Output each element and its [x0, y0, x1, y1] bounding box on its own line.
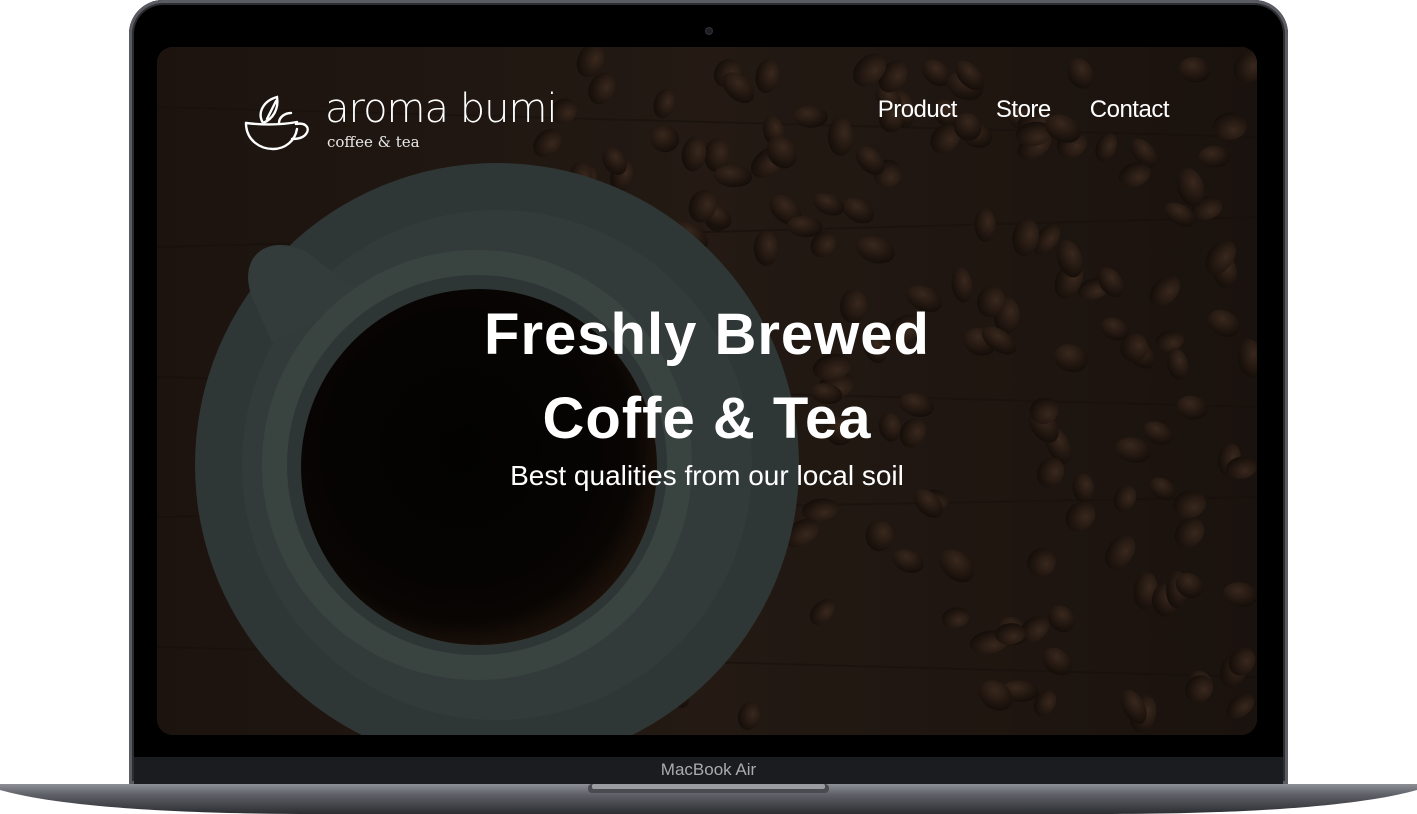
camera-icon	[706, 28, 712, 34]
main-nav: Product Store Contact	[878, 95, 1170, 125]
nav-link-contact[interactable]: Contact	[1090, 95, 1170, 125]
website-screen: aroma bumi coffee & tea Product Store Co…	[157, 47, 1257, 735]
laptop-base	[0, 784, 1417, 814]
hero-subtitle: Best qualities from our local soil	[510, 460, 904, 491]
nav-link-product[interactable]: Product	[878, 95, 958, 125]
brand-name: aroma bumi	[325, 86, 558, 132]
laptop-model-label: MacBook Air	[660, 760, 757, 779]
brand-tagline: coffee & tea	[327, 133, 420, 151]
hero-title-line-2: Coffe & Tea	[542, 386, 872, 451]
teacup-leaf-icon	[244, 95, 309, 151]
nav-link-store[interactable]: Store	[996, 95, 1051, 125]
hero-title-line-1: Freshly Brewed	[484, 302, 930, 367]
